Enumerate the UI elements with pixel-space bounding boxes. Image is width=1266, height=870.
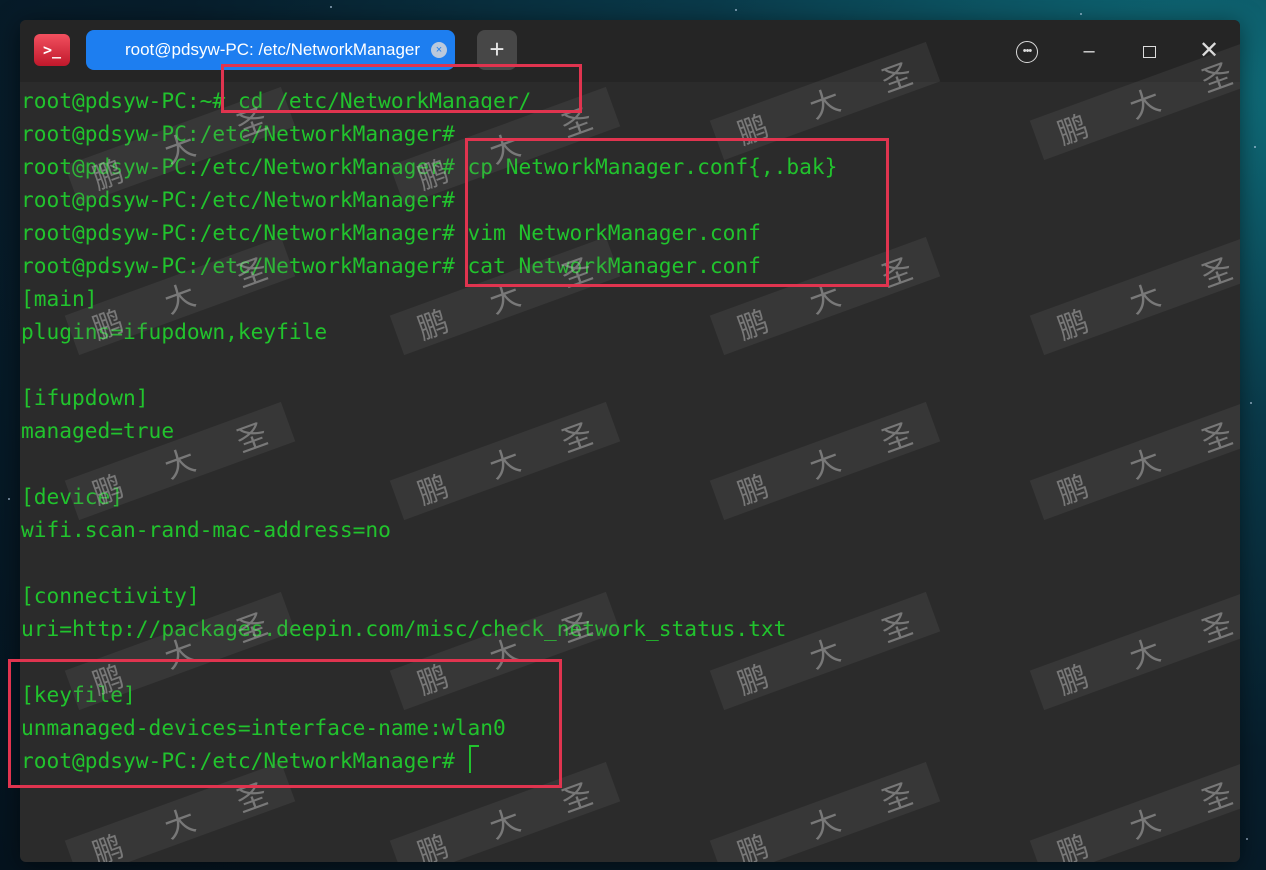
prompt-text: root@pdsyw-PC:/etc/NetworkManager# bbox=[21, 748, 468, 773]
terminal-line: root@pdsyw-PC:/etc/NetworkManager# vim N… bbox=[21, 220, 761, 245]
tab-terminal-session[interactable]: root@pdsyw-PC: /etc/NetworkManager × bbox=[86, 30, 455, 70]
tab-title: root@pdsyw-PC: /etc/NetworkManager bbox=[124, 40, 421, 59]
minimize-button[interactable]: – bbox=[1074, 36, 1104, 66]
title-bar: >_ root@pdsyw-PC: /etc/NetworkManager × … bbox=[20, 20, 1240, 82]
terminal-line: unmanaged-devices=interface-name:wlan0 bbox=[21, 715, 506, 740]
terminal-window: >_ root@pdsyw-PC: /etc/NetworkManager × … bbox=[20, 20, 1240, 862]
terminal-line: managed=true bbox=[21, 418, 175, 443]
terminal-line: [ifupdown] bbox=[21, 385, 149, 410]
tab-close-icon[interactable]: × bbox=[431, 42, 447, 58]
maximize-button[interactable] bbox=[1134, 36, 1164, 66]
new-tab-button[interactable]: + bbox=[477, 30, 517, 70]
text-cursor bbox=[469, 745, 480, 773]
maximize-icon bbox=[1142, 45, 1156, 58]
terminal-line: [connectivity] bbox=[21, 583, 200, 608]
terminal-line: wifi.scan-rand-mac-address=no bbox=[21, 517, 391, 542]
terminal-line: uri=http://packages.deepin.com/misc/chec… bbox=[21, 616, 787, 641]
more-options-icon: ••• bbox=[1016, 40, 1038, 63]
terminal-app-icon[interactable]: >_ bbox=[34, 34, 70, 66]
terminal-line: root@pdsyw-PC:/etc/NetworkManager# cat N… bbox=[21, 253, 761, 278]
menu-button[interactable]: ••• bbox=[1012, 36, 1042, 66]
